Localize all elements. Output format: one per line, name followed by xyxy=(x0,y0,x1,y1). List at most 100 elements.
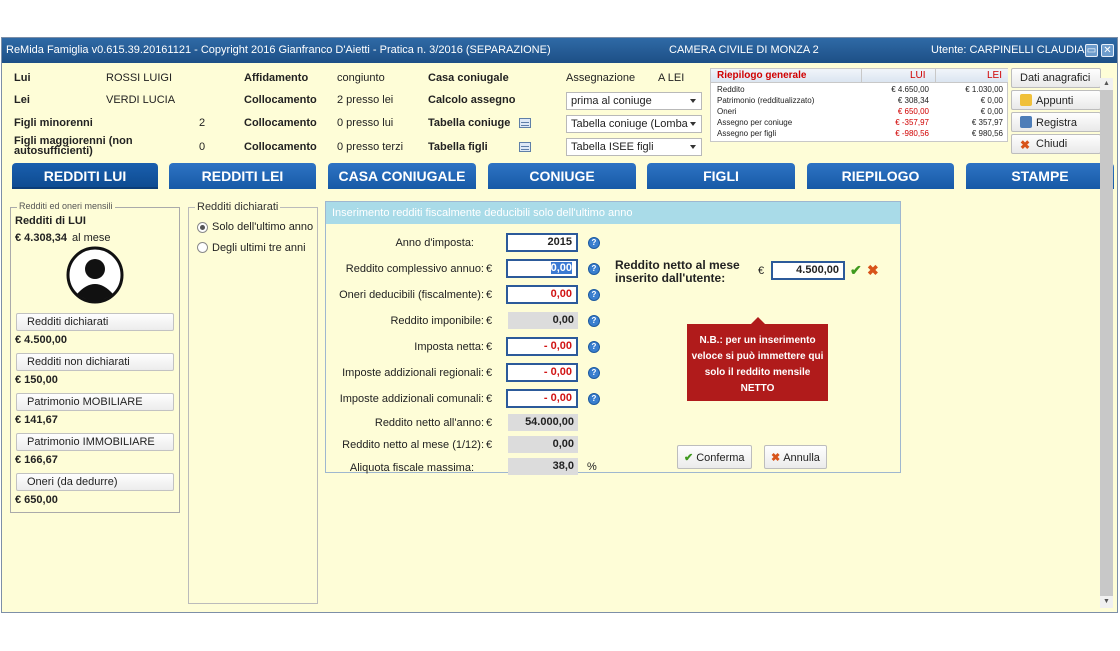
check-icon: ✔ xyxy=(684,452,694,464)
netto-anno-label: Reddito netto all'anno: xyxy=(374,417,484,429)
summary-row-label: Assegno per coniuge xyxy=(717,118,793,127)
vertical-scrollbar[interactable]: ▲ ▼ xyxy=(1100,78,1113,608)
appunti-button[interactable]: Appunti xyxy=(1011,90,1101,110)
oneri-label: Oneri deducibili (fiscalmente): xyxy=(339,289,484,301)
user-label: Utente: CARPINELLI CLAUDIA xyxy=(931,44,1085,56)
netto-anno-value: 54.000,00 xyxy=(508,414,578,431)
chiudi-button[interactable]: ✖ Chiudi xyxy=(1011,134,1101,154)
window-title: ReMida Famiglia v0.615.39.20161121 - Cop… xyxy=(6,44,551,56)
assegnazione-value: A LEI xyxy=(658,72,685,84)
help-icon[interactable]: ? xyxy=(588,393,600,405)
minimize-icon[interactable]: ▭ xyxy=(1085,44,1098,57)
calcolo-assegno-select[interactable]: prima al coniuge xyxy=(566,92,702,110)
chevron-down-icon xyxy=(690,122,696,126)
confirm-label: Conferma xyxy=(696,452,745,464)
collocamento-value-2: 0 presso lui xyxy=(337,117,394,129)
scroll-down-icon[interactable]: ▼ xyxy=(1100,596,1113,608)
regionali-input[interactable]: - 0,00 xyxy=(506,363,578,382)
comunali-input[interactable]: - 0,00 xyxy=(506,389,578,408)
euro-symbol: € xyxy=(486,393,493,405)
table-icon[interactable] xyxy=(519,118,531,128)
summary-row: Oneri € 650,00 € 0,00 xyxy=(711,107,1007,116)
summary-row: Reddito € 4.650,00 € 1.030,00 xyxy=(711,85,1007,94)
summary-row-label: Assegno per figli xyxy=(717,129,777,138)
summary-row-lui: € 650,00 xyxy=(897,107,929,116)
help-icon[interactable]: ? xyxy=(588,289,600,301)
tab-figli[interactable]: FIGLI xyxy=(647,163,795,189)
euro-symbol: € xyxy=(758,265,765,277)
tab-stampe[interactable]: STAMPE xyxy=(966,163,1114,189)
radio-ultimi-tre-anni-label[interactable]: Degli ultimi tre anni xyxy=(212,242,306,254)
notes-icon xyxy=(1020,94,1032,106)
euro-symbol: € xyxy=(486,315,493,327)
imposta-input[interactable]: - 0,00 xyxy=(506,337,578,356)
chiudi-label: Chiudi xyxy=(1036,138,1068,150)
tab-riepilogo[interactable]: RIEPILOGO xyxy=(807,163,954,189)
oneri-input[interactable]: 0,00 xyxy=(506,285,578,304)
tab-redditi-lei[interactable]: REDDITI LEI xyxy=(169,163,316,189)
court-name: CAMERA CIVILE DI MONZA 2 xyxy=(669,44,819,56)
help-icon[interactable]: ? xyxy=(588,341,600,353)
left-item-value: € 4.500,00 xyxy=(15,334,67,346)
left-item-button[interactable]: Redditi dichiarati xyxy=(16,313,174,331)
collocamento-label-3: Collocamento xyxy=(244,141,317,153)
summary-row-lui: € 308,34 xyxy=(897,96,929,105)
utente-label-2: inserito dall'utente: xyxy=(615,271,726,285)
dati-anagrafici-button[interactable]: Dati anagrafici xyxy=(1011,68,1101,88)
complessivo-input[interactable]: 0,00 xyxy=(506,259,578,278)
tabella-coniuge-label: Tabella coniuge xyxy=(428,117,511,129)
note-tooltip: N.B.: per un inserimento veloce si può i… xyxy=(687,317,828,401)
radio-solo-ultimo-anno-label[interactable]: Solo dell'ultimo anno xyxy=(212,221,313,233)
collocamento-label-2: Collocamento xyxy=(244,117,317,129)
confirm-check-icon[interactable]: ✔ xyxy=(850,262,862,279)
redditi-lui-title: Redditi di LUI xyxy=(15,215,86,227)
euro-symbol: € xyxy=(486,417,493,429)
left-item-button[interactable]: Patrimonio IMMOBILIARE xyxy=(16,433,174,451)
complessivo-value: 0,00 xyxy=(550,262,572,274)
tabella-figli-select[interactable]: Tabella ISEE figli xyxy=(566,138,702,156)
anno-input[interactable]: 2015 xyxy=(506,233,578,252)
netto-mese-label: Reddito netto al mese (1/12): xyxy=(342,439,484,451)
help-icon[interactable]: ? xyxy=(588,237,600,249)
user-avatar-icon xyxy=(66,246,124,304)
tab-casa-coniugale[interactable]: CASA CONIUGALE xyxy=(328,163,476,189)
confirm-button[interactable]: ✔ Conferma xyxy=(677,445,752,469)
x-icon: ✖ xyxy=(771,452,781,464)
cancel-button[interactable]: ✖ Annulla xyxy=(764,445,827,469)
close-icon[interactable]: ✕ xyxy=(1101,44,1114,57)
close-icon: ✖ xyxy=(1020,138,1031,152)
scroll-up-icon[interactable]: ▲ xyxy=(1100,78,1113,90)
collocamento-label-1: Collocamento xyxy=(244,94,317,106)
left-item-button[interactable]: Patrimonio MOBILIARE xyxy=(16,393,174,411)
radio-solo-ultimo-anno[interactable] xyxy=(197,222,208,233)
cancel-x-icon[interactable]: ✖ xyxy=(867,262,879,279)
reddito-utente-input[interactable]: 4.500,00 xyxy=(771,261,845,280)
euro-symbol: € xyxy=(486,341,493,353)
assegnazione-label: Assegnazione xyxy=(566,72,636,84)
tabella-coniuge-value: Tabella coniuge (Lomba xyxy=(571,118,688,130)
left-item-value: € 650,00 xyxy=(15,494,58,506)
app-window: ReMida Famiglia v0.615.39.20161121 - Cop… xyxy=(1,37,1118,613)
imponibile-value: 0,00 xyxy=(508,312,578,329)
left-item-button[interactable]: Redditi non dichiarati xyxy=(16,353,174,371)
calcolo-assegno-label: Calcolo assegno xyxy=(428,94,516,106)
left-item-value: € 150,00 xyxy=(15,374,58,386)
table-icon[interactable] xyxy=(519,142,531,152)
affidamento-label: Affidamento xyxy=(244,72,309,84)
left-item-button[interactable]: Oneri (da dedurre) xyxy=(16,473,174,491)
help-icon[interactable]: ? xyxy=(588,315,600,327)
chevron-down-icon xyxy=(690,99,696,103)
figli-minorenni-label: Figli minorenni xyxy=(14,117,93,129)
summary-row-label: Oneri xyxy=(717,107,737,116)
help-icon[interactable]: ? xyxy=(588,263,600,275)
summary-col-lei: LEI xyxy=(987,70,1003,81)
appunti-label: Appunti xyxy=(1036,95,1074,107)
help-icon[interactable]: ? xyxy=(588,367,600,379)
tabella-figli-label: Tabella figli xyxy=(428,141,488,153)
registra-button[interactable]: Registra xyxy=(1011,112,1101,132)
tab-redditi-lui[interactable]: REDDITI LUI xyxy=(12,163,158,189)
tab-coniuge[interactable]: CONIUGE xyxy=(488,163,636,189)
radio-ultimi-tre-anni[interactable] xyxy=(197,242,208,253)
tabella-coniuge-select[interactable]: Tabella coniuge (Lomba xyxy=(566,115,702,133)
redditi-dichiarati-group-title: Redditi dichiarati xyxy=(195,201,281,213)
